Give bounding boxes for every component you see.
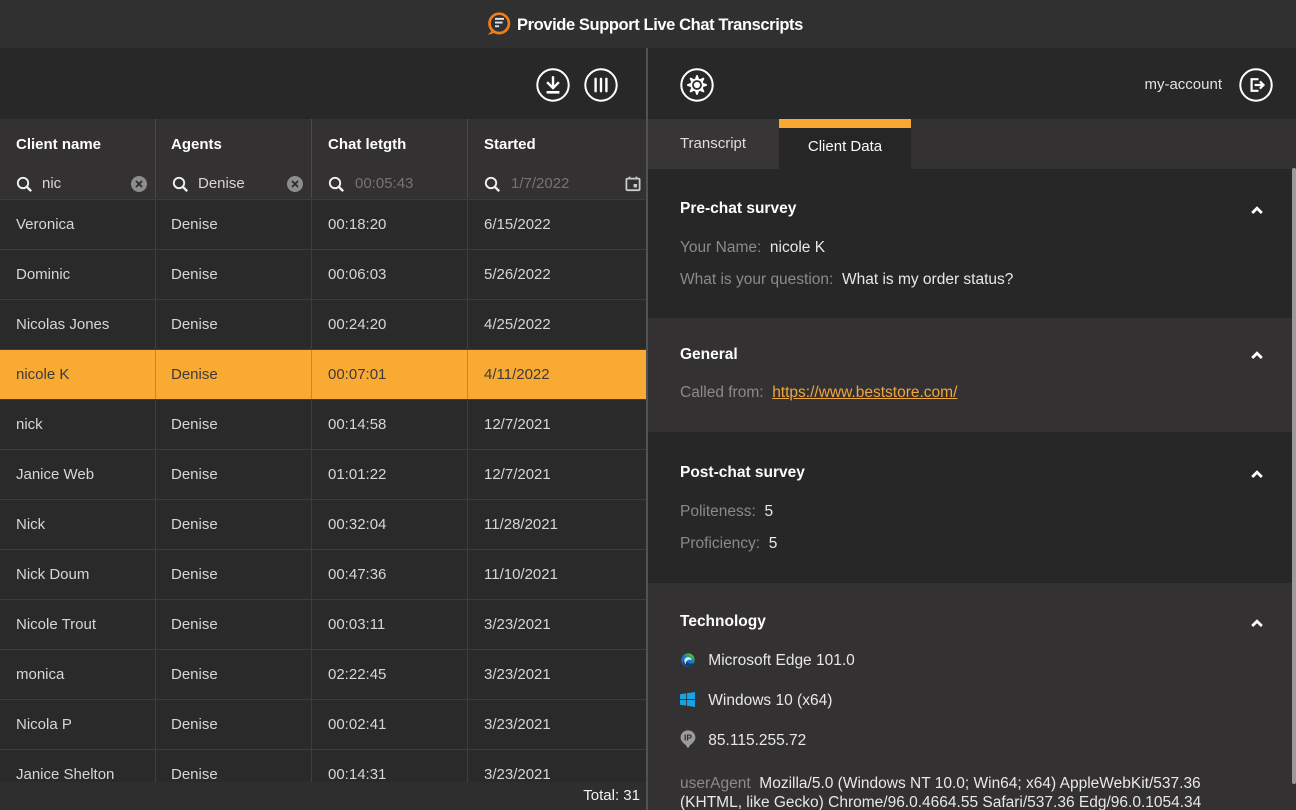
svg-text:IP: IP: [684, 732, 692, 742]
